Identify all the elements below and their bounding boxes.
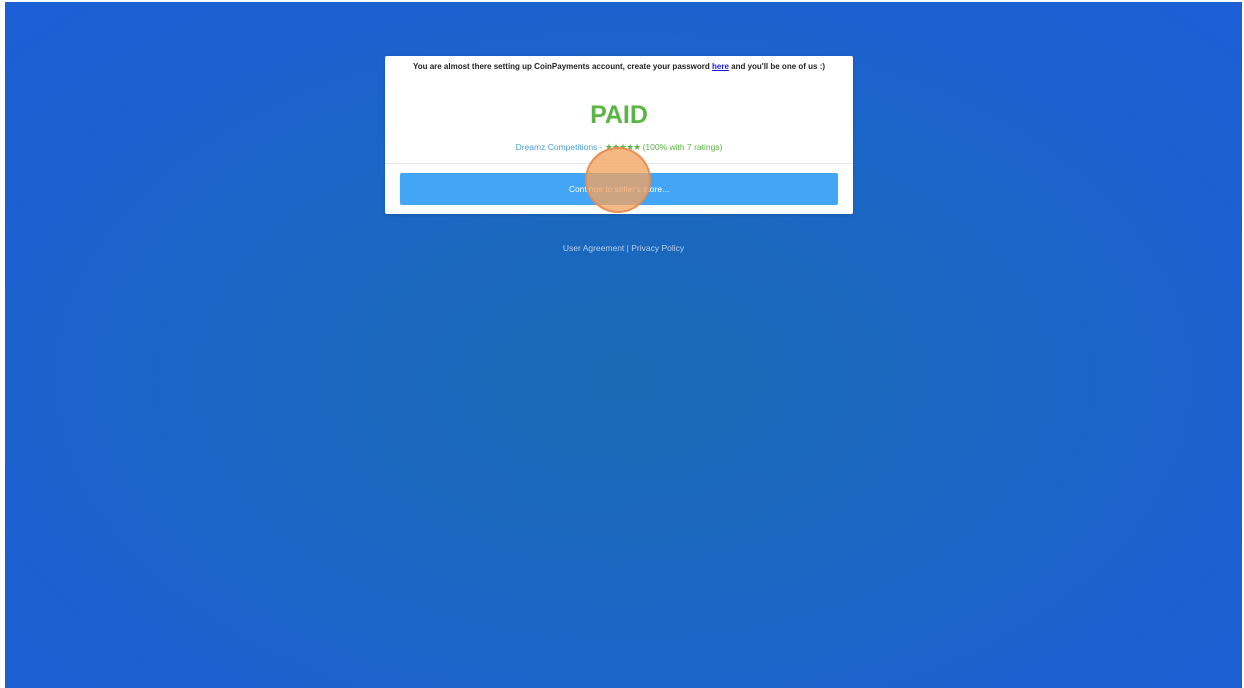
notice-text-after: and you'll be one of us :): [728, 62, 826, 71]
footer-links: User Agreement | Privacy Policy: [5, 242, 1242, 254]
payment-status-title: PAID: [590, 101, 648, 129]
account-setup-notice: You are almost there setting up CoinPaym…: [385, 61, 853, 72]
continue-to-store-button[interactable]: Continue to seller's store...: [400, 173, 838, 205]
privacy-policy-link[interactable]: Privacy Policy: [631, 243, 684, 253]
payment-status-card: You are almost there setting up CoinPaym…: [385, 56, 853, 214]
seller-name-link[interactable]: Dreamz Competitions: [516, 142, 598, 152]
card-divider: [385, 163, 853, 164]
star-rating-icon: ★★★★★: [604, 142, 641, 152]
seller-info: Dreamz Competitions - ★★★★★ (100% with 7…: [385, 141, 853, 153]
create-password-link[interactable]: here: [712, 62, 729, 71]
page-background: You are almost there setting up CoinPaym…: [5, 2, 1242, 688]
notice-text-before: You are almost there setting up CoinPaym…: [412, 62, 712, 71]
seller-rating-text: (100% with 7 ratings): [640, 142, 723, 152]
user-agreement-link[interactable]: User Agreement: [563, 243, 624, 253]
seller-separator: -: [597, 142, 605, 152]
